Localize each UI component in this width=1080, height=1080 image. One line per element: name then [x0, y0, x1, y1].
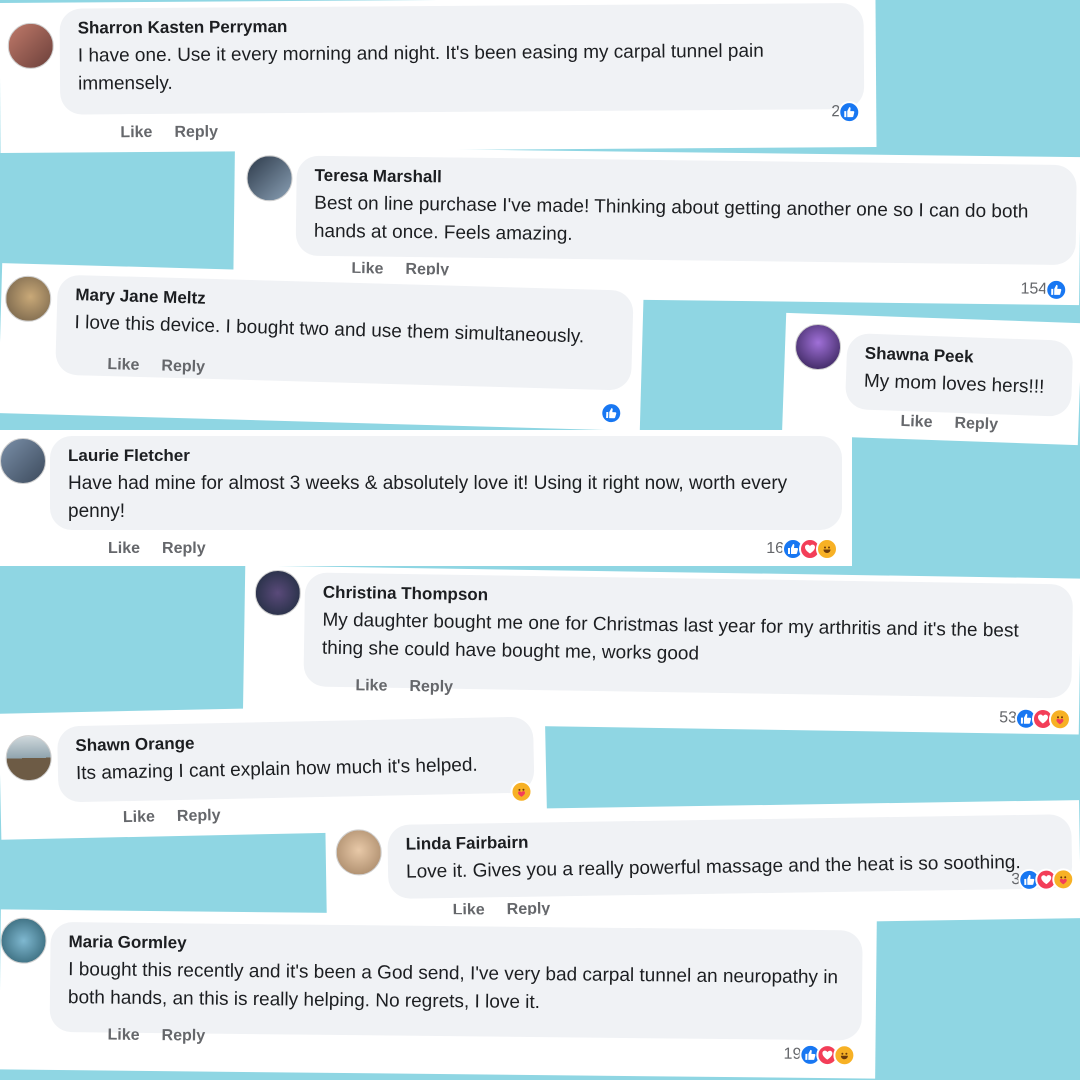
commenter-name[interactable]: Maria Gormley: [68, 932, 844, 960]
comment-card: Linda Fairbairn Love it. Gives you a rea…: [325, 800, 1080, 930]
comment-card: Maria Gormley I bought this recently and…: [0, 909, 877, 1079]
comment-text: I bought this recently and it's been a G…: [67, 959, 839, 1014]
like-button[interactable]: Like: [107, 1027, 139, 1044]
reaction-summary[interactable]: 19: [783, 1043, 856, 1067]
reply-button[interactable]: Reply: [161, 358, 205, 376]
comment-card: Shawna Peek My mom loves hers!!! Like Rep…: [781, 312, 1080, 446]
comment-text: Love it. Gives you a really powerful mas…: [405, 852, 1021, 883]
avatar[interactable]: [0, 438, 46, 484]
comment-text: My mom loves hers!!!: [863, 370, 1045, 398]
avatar[interactable]: [335, 829, 383, 876]
reply-button[interactable]: Reply: [174, 124, 218, 141]
like-reaction-icon: [838, 101, 861, 124]
comment-bubble: Maria Gormley I bought this recently and…: [49, 921, 863, 1041]
comment-bubble: Sharron Kasten Perryman I have one. Use …: [59, 3, 865, 115]
avatar[interactable]: [0, 917, 47, 964]
reaction-count: 154: [1020, 280, 1048, 298]
reaction-summary[interactable]: [510, 780, 533, 804]
comment-text: My daughter bought me one for Christmas …: [321, 609, 1019, 665]
reaction-summary[interactable]: 3: [1011, 868, 1075, 892]
like-button[interactable]: Like: [108, 540, 140, 557]
reply-button[interactable]: Reply: [954, 415, 998, 434]
reaction-summary[interactable]: 154: [1020, 278, 1068, 302]
commenter-name[interactable]: Shawna Peek: [864, 344, 1055, 371]
avatar[interactable]: [4, 275, 52, 323]
commenter-name[interactable]: Laurie Fletcher: [68, 446, 824, 466]
reaction-summary[interactable]: 16: [766, 538, 838, 560]
haha-reaction-icon: [816, 538, 838, 560]
like-reaction-icon: [1045, 278, 1068, 302]
reaction-summary[interactable]: [599, 401, 623, 425]
reply-button[interactable]: Reply: [177, 807, 221, 825]
haha-reaction-icon: [833, 1044, 856, 1067]
like-button[interactable]: Like: [355, 677, 387, 695]
reply-button[interactable]: Reply: [162, 540, 206, 557]
like-button[interactable]: Like: [123, 808, 155, 826]
reply-button[interactable]: Reply: [409, 678, 453, 696]
comment-text: Its amazing I cant explain how much it's…: [75, 754, 478, 785]
care-reaction-icon: [1048, 708, 1072, 731]
like-reaction-icon: [599, 401, 623, 425]
avatar[interactable]: [5, 734, 53, 782]
reaction-summary[interactable]: 53: [999, 707, 1072, 731]
comment-bubble: Laurie Fletcher Have had mine for almost…: [50, 436, 842, 530]
like-button[interactable]: Like: [900, 413, 933, 431]
comment-bubble: Linda Fairbairn Love it. Gives you a rea…: [387, 814, 1073, 899]
comment-bubble: Shawn Orange Its amazing I cant explain …: [57, 716, 535, 803]
comment-card: Laurie Fletcher Have had mine for almost…: [0, 430, 852, 566]
comment-bubble: Teresa Marshall Best on line purchase I'…: [295, 155, 1077, 266]
reaction-summary[interactable]: 2: [831, 101, 861, 124]
avatar[interactable]: [254, 569, 302, 617]
like-button[interactable]: Like: [107, 356, 139, 374]
care-reaction-icon: [510, 780, 533, 804]
comment-text: Have had mine for almost 3 weeks & absol…: [68, 473, 788, 522]
comment-card: Mary Jane Meltz I love this device. I bo…: [0, 263, 644, 431]
reply-button[interactable]: Reply: [161, 1027, 205, 1044]
comment-bubble: Shawna Peek My mom loves hers!!!: [844, 333, 1074, 417]
avatar[interactable]: [794, 323, 842, 371]
comment-text: Best on line purchase I've made! Thinkin…: [313, 192, 1029, 245]
comment-text: I have one. Use it every morning and nig…: [77, 40, 764, 95]
like-button[interactable]: Like: [120, 124, 152, 141]
commenter-name[interactable]: Sharron Kasten Perryman: [78, 13, 846, 38]
avatar[interactable]: [246, 154, 293, 202]
comment-card: Sharron Kasten Perryman I have one. Use …: [0, 0, 877, 154]
avatar[interactable]: [7, 22, 54, 70]
care-reaction-icon: [1052, 868, 1075, 891]
